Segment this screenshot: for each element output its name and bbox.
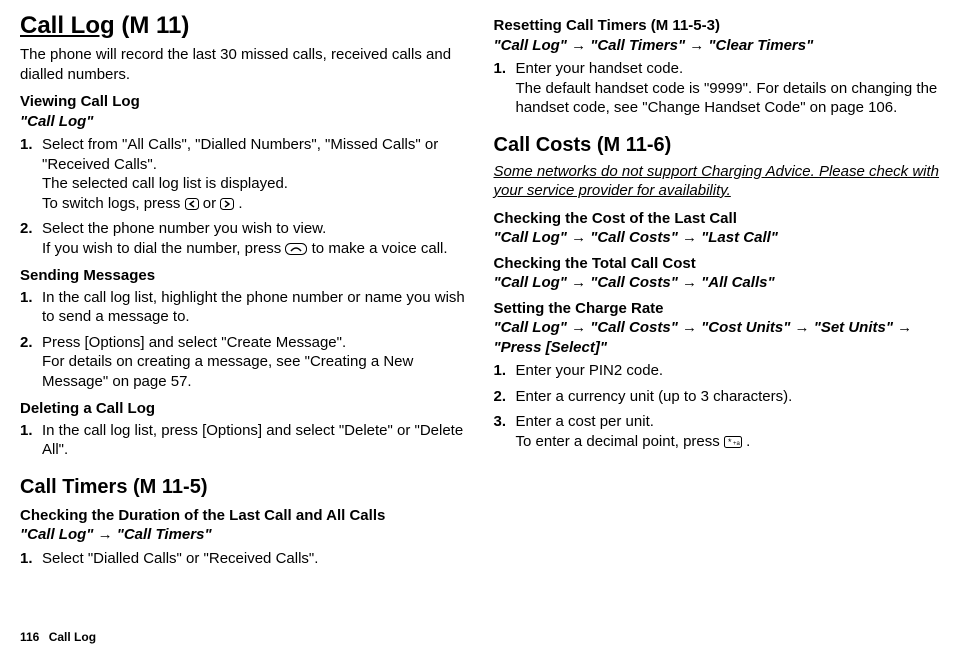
- svg-text:+a: +a: [733, 441, 741, 447]
- resetting-path: "Call Log" → "Call Timers" → "Clear Time…: [494, 36, 943, 56]
- step-text: Press [Options] and select "Create Messa…: [42, 334, 346, 351]
- step-text: Select from "All Calls", "Dialled Number…: [42, 136, 438, 173]
- list-item: Select from "All Calls", "Dialled Number…: [20, 135, 469, 213]
- title-code: (M 11): [115, 12, 190, 39]
- path-text: "Call Log" → "Call Costs" → "Cost Units"…: [494, 319, 913, 356]
- call-key-icon: [285, 243, 307, 255]
- left-column: Call Log (M 11) The phone will record th…: [20, 10, 469, 576]
- sending-heading: Sending Messages: [20, 266, 469, 286]
- timers-path: "Call Log" → "Call Timers": [20, 525, 469, 545]
- left-arrow-icon: [185, 198, 199, 210]
- check-last-heading: Checking the Cost of the Last Call: [494, 209, 943, 229]
- step-text: Select "Dialled Calls" or "Received Call…: [42, 550, 318, 567]
- step-sub: If you wish to dial the number, press to…: [42, 239, 469, 259]
- star-key-icon: *+a: [724, 436, 742, 448]
- list-item: Enter a currency unit (up to 3 character…: [494, 387, 943, 407]
- page-footer: 116 Call Log: [20, 630, 96, 646]
- list-item: In the call log list, highlight the phon…: [20, 288, 469, 327]
- path-text: "Call Log" → "Call Timers": [20, 526, 212, 543]
- viewing-steps: Select from "All Calls", "Dialled Number…: [20, 135, 469, 258]
- list-item: Enter a cost per unit. To enter a decima…: [494, 412, 943, 451]
- list-item: In the call log list, press [Options] an…: [20, 421, 469, 460]
- page-number: 116: [20, 630, 39, 644]
- viewing-heading: Viewing Call Log: [20, 92, 469, 112]
- path-text: "Call Log" → "Call Timers" → "Clear Time…: [494, 37, 814, 54]
- page-title: Call Log: [49, 630, 96, 644]
- set-rate-heading: Setting the Charge Rate: [494, 299, 943, 319]
- set-rate-steps: Enter your PIN2 code. Enter a currency u…: [494, 361, 943, 451]
- intro-text: The phone will record the last 30 missed…: [20, 45, 469, 84]
- timers-title: Call Timers (M 11-5): [20, 474, 469, 500]
- title-underline: Call Log: [20, 12, 115, 39]
- call-log-title: Call Log (M 11): [20, 10, 469, 41]
- set-rate-path: "Call Log" → "Call Costs" → "Cost Units"…: [494, 318, 943, 357]
- check-total-path: "Call Log" → "Call Costs" → "All Calls": [494, 273, 943, 293]
- step-text: Enter your handset code.: [516, 60, 684, 77]
- check-last-path: "Call Log" → "Call Costs" → "Last Call": [494, 228, 943, 248]
- timers-steps: Select "Dialled Calls" or "Received Call…: [20, 549, 469, 569]
- step-sub: The selected call log list is displayed.: [42, 174, 469, 194]
- timers-subheading: Checking the Duration of the Last Call a…: [20, 506, 469, 526]
- list-item: Enter your PIN2 code.: [494, 361, 943, 381]
- step-sub: For details on creating a message, see "…: [42, 352, 469, 391]
- step-text: Enter your PIN2 code.: [516, 362, 664, 379]
- text: To enter a decimal point, press: [516, 433, 724, 450]
- text: If you wish to dial the number, press: [42, 240, 285, 257]
- list-item: Select "Dialled Calls" or "Received Call…: [20, 549, 469, 569]
- viewing-path: "Call Log": [20, 112, 469, 132]
- text: .: [238, 195, 242, 212]
- resetting-steps: Enter your handset code. The default han…: [494, 59, 943, 118]
- deleting-heading: Deleting a Call Log: [20, 399, 469, 419]
- right-arrow-icon: [220, 198, 234, 210]
- step-sub: To switch logs, press or .: [42, 194, 469, 214]
- path-text: "Call Log" → "Call Costs" → "Last Call": [494, 229, 778, 246]
- page: Call Log (M 11) The phone will record th…: [20, 10, 942, 576]
- costs-title: Call Costs (M 11-6): [494, 132, 943, 158]
- costs-note: Some networks do not support Charging Ad…: [494, 162, 943, 201]
- resetting-heading: Resetting Call Timers (M 11-5-3): [494, 16, 943, 36]
- step-text: Enter a cost per unit.: [516, 413, 654, 430]
- step-text: Enter a currency unit (up to 3 character…: [516, 388, 793, 405]
- list-item: Press [Options] and select "Create Messa…: [20, 333, 469, 392]
- step-text: In the call log list, press [Options] an…: [42, 422, 463, 459]
- sending-steps: In the call log list, highlight the phon…: [20, 288, 469, 392]
- check-total-heading: Checking the Total Call Cost: [494, 254, 943, 274]
- step-sub: The default handset code is "9999". For …: [516, 79, 943, 118]
- right-column: Resetting Call Timers (M 11-5-3) "Call L…: [494, 10, 943, 576]
- svg-text:*: *: [728, 437, 732, 447]
- text: To switch logs, press: [42, 195, 185, 212]
- step-sub: To enter a decimal point, press *+a .: [516, 432, 943, 452]
- list-item: Select the phone number you wish to view…: [20, 219, 469, 258]
- deleting-steps: In the call log list, press [Options] an…: [20, 421, 469, 460]
- step-text: In the call log list, highlight the phon…: [42, 289, 465, 326]
- text: or: [203, 195, 221, 212]
- step-text: Select the phone number you wish to view…: [42, 220, 326, 237]
- text: .: [746, 433, 750, 450]
- list-item: Enter your handset code. The default han…: [494, 59, 943, 118]
- text: to make a voice call.: [312, 240, 448, 257]
- path-text: "Call Log" → "Call Costs" → "All Calls": [494, 274, 775, 291]
